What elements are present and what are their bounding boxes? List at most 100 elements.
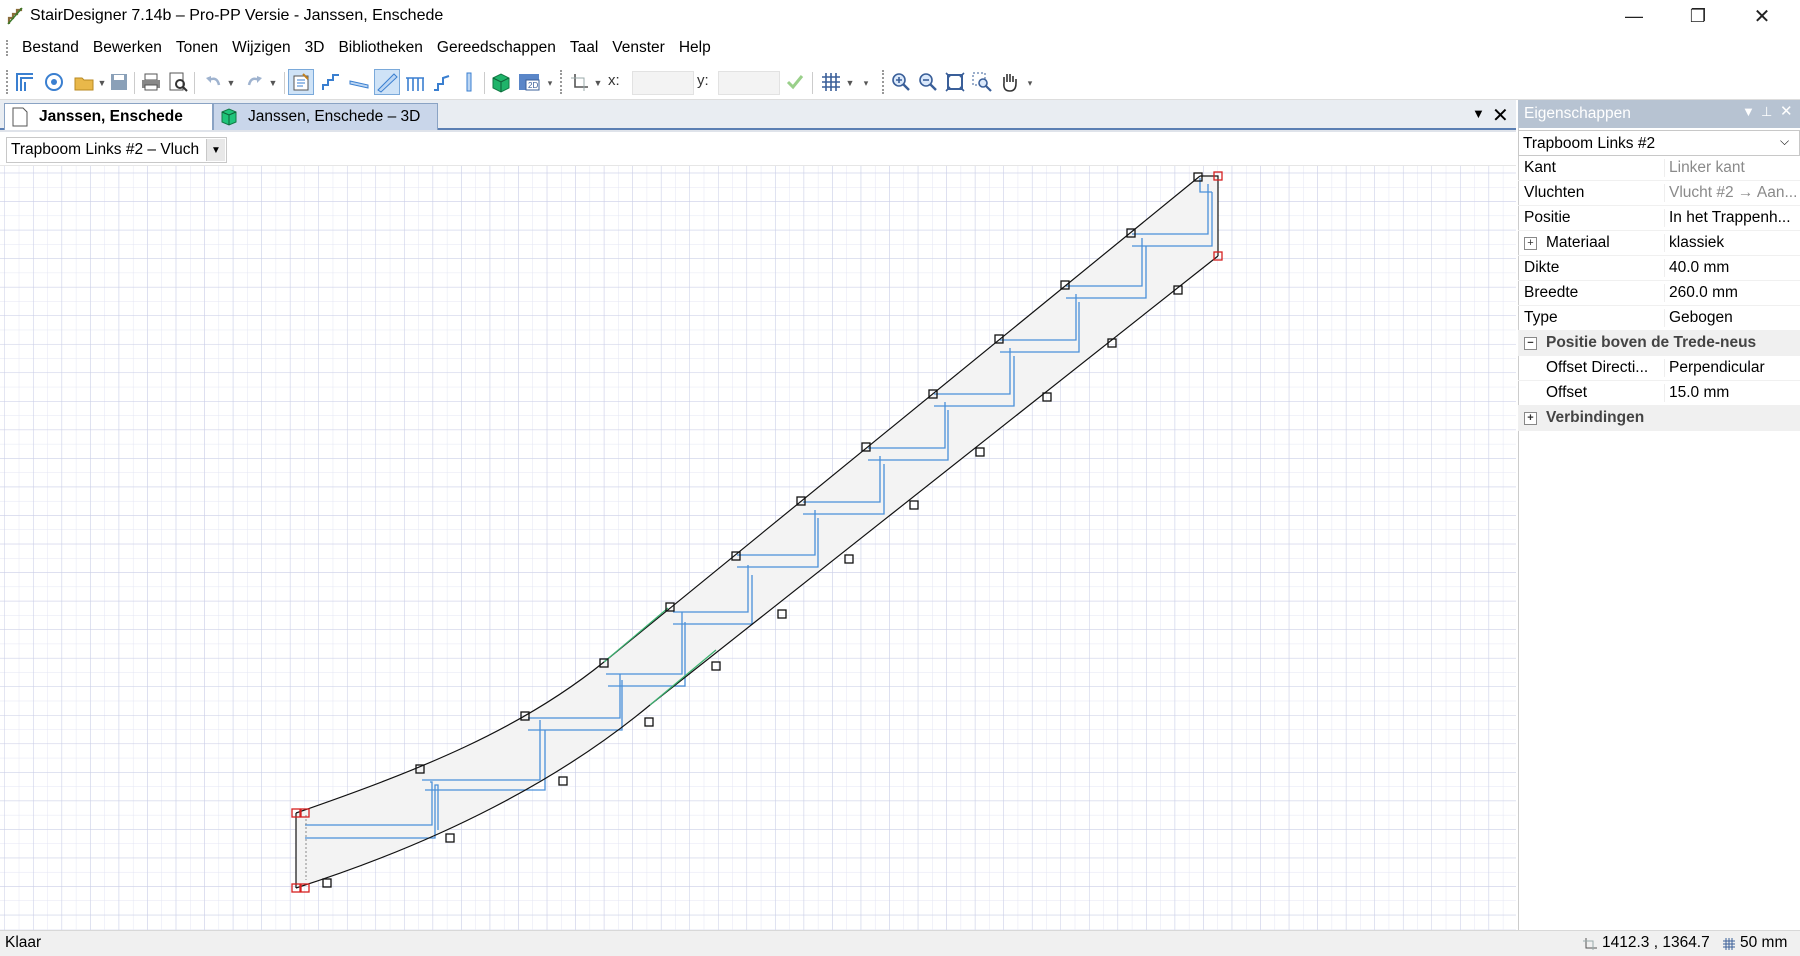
property-category-positie-boven[interactable]: − Positie boven de Trede-neus [1518, 331, 1800, 356]
property-row-positie[interactable]: Positie In het Trappenh... [1518, 206, 1800, 231]
toolbar-overflow-icon[interactable]: ▾ [544, 70, 556, 96]
property-row-offset[interactable]: Offset 15.0 mm [1518, 381, 1800, 406]
property-value[interactable]: In het Trappenh... [1664, 209, 1800, 227]
drawing-canvas[interactable] [0, 166, 1516, 930]
snap-origin-icon [571, 74, 588, 91]
stairs-tool-button[interactable] [318, 69, 344, 95]
snap-origin-button[interactable] [566, 69, 592, 95]
tread-tool-button[interactable] [346, 69, 372, 95]
properties-tool-button[interactable] [288, 69, 314, 95]
menu-taal[interactable]: Taal [563, 39, 605, 57]
menu-bewerken[interactable]: Bewerken [86, 39, 169, 57]
property-category-verbindingen[interactable]: + Verbindingen [1518, 406, 1800, 431]
grid-dropdown-icon[interactable]: ▼ [844, 70, 856, 96]
menu-tonen[interactable]: Tonen [169, 39, 225, 57]
menu-3d[interactable]: 3D [298, 39, 332, 57]
property-value[interactable]: 15.0 mm [1664, 384, 1800, 402]
print-preview-button[interactable] [165, 69, 191, 95]
close-panel-icon[interactable]: ✕ [1780, 102, 1793, 120]
railing-tool-button[interactable] [402, 69, 428, 95]
toolbar-grip[interactable] [560, 70, 564, 94]
stair-plan-drawing[interactable] [0, 166, 1516, 930]
redo-icon [247, 76, 262, 86]
expand-icon[interactable]: + [1524, 237, 1537, 250]
undo-icon [206, 76, 221, 86]
toolbar-overflow-icon[interactable]: ▾ [1024, 70, 1036, 96]
stringer-tool-button[interactable] [374, 69, 400, 95]
handrail-tool-button[interactable] [429, 69, 455, 95]
toolbar-grip[interactable] [6, 70, 10, 94]
panel-menu-icon[interactable]: ▼ [1742, 104, 1755, 119]
close-document-icon[interactable]: ✕ [1492, 103, 1509, 128]
object-selector[interactable]: Trapboom Links #2 [1518, 130, 1800, 156]
stringer-selector[interactable]: Trapboom Links #2 – Vluch [6, 137, 227, 163]
property-value[interactable]: 40.0 mm [1664, 259, 1800, 277]
property-name: Breedte [1524, 284, 1579, 301]
menu-bibliotheken[interactable]: Bibliotheken [331, 39, 429, 57]
chevron-down-icon[interactable]: ▼ [206, 139, 225, 161]
property-value[interactable]: Gebogen [1664, 309, 1800, 327]
view-2d-button[interactable]: 2D [516, 69, 542, 95]
view-3d-button[interactable] [488, 69, 514, 95]
post-tool-icon [466, 72, 472, 92]
refresh-button[interactable] [41, 69, 67, 95]
zoom-in-button[interactable] [888, 69, 914, 95]
property-value: Linker kant [1664, 159, 1800, 177]
tab-3d-view[interactable]: Janssen, Enschede – 3D [213, 103, 438, 130]
toolbar-overflow-icon[interactable]: ▾ [860, 70, 872, 96]
zoom-window-button[interactable] [969, 69, 995, 95]
y-coordinate-input[interactable] [718, 71, 780, 95]
property-row-vluchten[interactable]: Vluchten Vlucht #2 → Aan... [1518, 181, 1800, 206]
apply-coordinates-button[interactable] [782, 69, 808, 95]
x-coordinate-input[interactable] [632, 71, 694, 95]
expand-icon[interactable]: + [1524, 412, 1537, 425]
checkmark-icon [786, 75, 804, 90]
y-label: y: [697, 72, 709, 89]
zoom-in-icon [892, 73, 910, 91]
snap-dropdown-icon[interactable]: ▼ [592, 70, 604, 96]
minimize-button[interactable]: — [1602, 0, 1666, 32]
property-value[interactable]: Perpendicular [1664, 359, 1800, 377]
pin-icon[interactable]: ⊥ [1761, 104, 1772, 120]
property-row-materiaal[interactable]: + Materiaal klassiek [1518, 231, 1800, 256]
property-row-kant[interactable]: Kant Linker kant [1518, 156, 1800, 181]
open-button[interactable] [72, 69, 98, 95]
redo-dropdown-icon[interactable]: ▼ [267, 70, 279, 96]
print-button[interactable] [138, 69, 164, 95]
post-tool-button[interactable] [456, 69, 482, 95]
toolbar-separator [284, 72, 285, 94]
tab-label: Janssen, Enschede – 3D [248, 108, 421, 125]
property-row-offset-direction[interactable]: Offset Directi... Perpendicular [1518, 356, 1800, 381]
save-button[interactable] [106, 69, 132, 95]
zoom-extents-button[interactable] [942, 69, 968, 95]
property-row-breedte[interactable]: Breedte 260.0 mm [1518, 281, 1800, 306]
redo-button[interactable] [242, 69, 268, 95]
collapse-icon[interactable]: − [1524, 337, 1537, 350]
tab-plan-view[interactable]: Janssen, Enschede [4, 103, 213, 130]
chevron-down-icon[interactable]: ⌵ [1780, 134, 1789, 149]
property-name: Offset Directi... [1546, 359, 1649, 376]
zoom-out-button[interactable] [915, 69, 941, 95]
menu-bestand[interactable]: Bestand [15, 39, 86, 57]
pan-button[interactable] [996, 69, 1022, 95]
close-window-button[interactable]: ✕ [1730, 0, 1794, 32]
grid-button[interactable] [818, 69, 844, 95]
new-stair-button[interactable] [12, 69, 38, 95]
property-row-dikte[interactable]: Dikte 40.0 mm [1518, 256, 1800, 281]
pan-hand-icon [1003, 74, 1017, 92]
stairs-tool-icon [322, 74, 339, 90]
menu-grip[interactable] [6, 40, 9, 56]
toolbar-grip[interactable] [882, 70, 886, 94]
maximize-button[interactable]: ❐ [1666, 0, 1730, 32]
property-value[interactable]: klassiek [1664, 234, 1800, 252]
property-row-type[interactable]: Type Gebogen [1518, 306, 1800, 331]
tab-list-dropdown-icon[interactable]: ▼ [1472, 106, 1485, 121]
menu-wijzigen[interactable]: Wijzigen [225, 39, 298, 57]
undo-button[interactable] [200, 69, 226, 95]
property-value[interactable]: 260.0 mm [1664, 284, 1800, 302]
print-preview-icon [169, 72, 188, 92]
menu-venster[interactable]: Venster [605, 39, 672, 57]
menu-help[interactable]: Help [672, 39, 718, 57]
menu-gereedschappen[interactable]: Gereedschappen [430, 39, 563, 57]
undo-dropdown-icon[interactable]: ▼ [225, 70, 237, 96]
